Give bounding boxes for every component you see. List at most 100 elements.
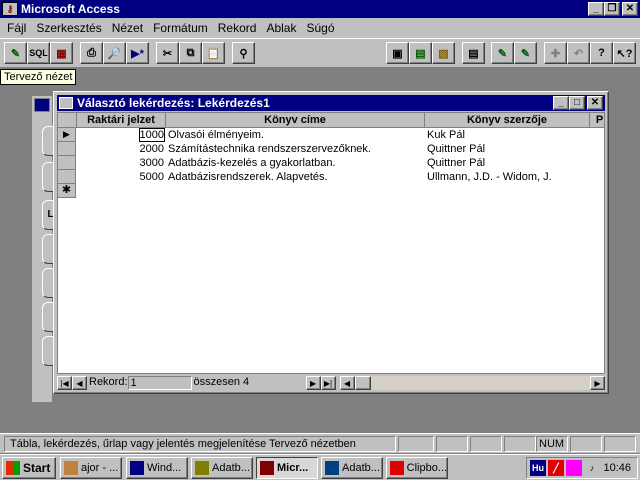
properties-icon[interactable]: ▤ — [409, 42, 432, 64]
menu-edit[interactable]: Szerkesztés — [31, 21, 106, 35]
start-button[interactable]: Start — [2, 457, 56, 479]
menu-records[interactable]: Rekord — [213, 21, 262, 35]
table-cell[interactable]: Kuk Pál — [425, 128, 590, 142]
menu-format[interactable]: Formátum — [148, 21, 213, 35]
scroll-thumb[interactable] — [354, 376, 371, 390]
table-cell[interactable]: Quittner Pál — [425, 156, 590, 170]
close-button[interactable]: ✕ — [622, 2, 638, 16]
taskbar-item-label: Wind... — [147, 462, 182, 474]
menu-view[interactable]: Nézet — [107, 21, 148, 35]
query-close-button[interactable]: ✕ — [587, 96, 603, 110]
tray-app-icon[interactable]: ╱ — [548, 460, 564, 476]
query-maximize-button[interactable]: □ — [569, 96, 585, 110]
status-bar: Tábla, lekérdezés, űrlap vagy jelentés m… — [0, 433, 640, 453]
status-panel — [398, 436, 434, 452]
taskbar-item-label: ajor - ... — [81, 462, 119, 474]
new-record-row-icon[interactable]: ✱ — [58, 184, 76, 198]
volume-icon[interactable]: ♪ — [584, 460, 600, 476]
last-record-icon[interactable]: ▶| — [320, 376, 336, 390]
app-title: Microsoft Access — [21, 2, 120, 16]
find-icon[interactable]: ⚲ — [232, 42, 255, 64]
tray-color-icon[interactable] — [566, 460, 582, 476]
row-selector[interactable] — [58, 142, 76, 156]
new-object-icon[interactable]: ▣ — [386, 42, 409, 64]
scroll-right-icon[interactable]: ▶ — [590, 376, 605, 390]
query-minimize-button[interactable]: _ — [553, 96, 569, 110]
column-header[interactable]: Könyv címe — [166, 113, 425, 128]
help-icon[interactable]: ? — [590, 42, 613, 64]
column-header[interactable]: P — [590, 113, 604, 128]
record-number-field[interactable]: 1 — [127, 376, 192, 390]
taskbar-item-label: Clipbo... — [406, 462, 447, 474]
table-cell[interactable]: Quittner Pál — [425, 142, 590, 156]
menu-window[interactable]: Ablak — [261, 21, 301, 35]
access-key-icon: ⚷ — [2, 2, 18, 16]
table-cell[interactable]: Adatbázis-kezelés a gyakorlatban. — [166, 156, 425, 170]
taskbar-item[interactable]: Adatb... — [191, 457, 253, 479]
previous-record-icon[interactable]: ◀ — [72, 376, 87, 390]
num-lock-indicator: NUM — [536, 436, 568, 452]
table-cell[interactable]: 1000 — [77, 128, 166, 142]
system-tray: Hu ╱ ♪ 10:46 — [526, 457, 638, 479]
menu-file[interactable]: Fájl — [2, 21, 31, 35]
database-icon — [325, 461, 339, 475]
menu-help[interactable]: Súgó — [301, 21, 339, 35]
row-selector[interactable] — [58, 156, 76, 170]
paste-icon[interactable]: 📋 — [202, 42, 225, 64]
query-icon — [59, 97, 73, 109]
first-record-icon[interactable]: |◀ — [57, 376, 72, 390]
database-window-icon[interactable]: ▧ — [432, 42, 455, 64]
current-record-icon[interactable]: ▶ — [58, 128, 76, 142]
datasheet-view-icon[interactable]: ▦ — [50, 42, 73, 64]
clipboard-icon — [390, 461, 404, 475]
cell-value: 1000 — [138, 128, 166, 142]
row-selector[interactable] — [58, 170, 76, 184]
taskbar-item[interactable]: Wind... — [126, 457, 188, 479]
cut-icon[interactable]: ✂ — [156, 42, 179, 64]
filter-by-form-icon[interactable]: ✎ — [514, 42, 537, 64]
taskbar-item-active[interactable]: Micr... — [256, 457, 318, 479]
table-cell[interactable]: 2000 — [77, 142, 166, 156]
relationships-icon[interactable]: ✚ — [544, 42, 567, 64]
context-help-icon[interactable]: ↖? — [613, 42, 636, 64]
taskbar-item-label: Adatb... — [212, 462, 250, 474]
new-record-icon[interactable]: ▶* — [126, 42, 149, 64]
column-header[interactable]: Könyv szerzője — [425, 113, 590, 128]
column-header[interactable]: Raktári jelzet — [77, 113, 166, 128]
status-panel — [570, 436, 602, 452]
table-cell[interactable]: Számítástechnika rendszerszervezőknek. — [166, 142, 425, 156]
taskbar-item[interactable]: Adatb... — [321, 457, 383, 479]
table-cell[interactable]: 5000 — [77, 170, 166, 184]
clock[interactable]: 10:46 — [603, 462, 637, 474]
minimize-button[interactable]: _ — [588, 2, 604, 16]
next-record-icon[interactable]: ▶ — [305, 376, 321, 390]
restore-button[interactable]: ❐ — [604, 2, 620, 16]
new-query-icon[interactable]: ✎ — [491, 42, 514, 64]
scroll-left-icon[interactable]: ◀ — [339, 376, 355, 390]
taskbar: Start ajor - ... Wind... Adatb... Micr..… — [0, 454, 640, 480]
table-cell[interactable]: Ullmann, J.D. - Widom, J. — [425, 170, 590, 184]
toolbar: ✎ SQL ▦ ⎙ 🔎 ▶* ✂ ⧉ 📋 ⚲ ▣ ▤ ▧ ▤ ✎ ✎ ✚ ↶ ?… — [0, 38, 640, 68]
sql-view-button[interactable]: SQL — [27, 42, 50, 64]
explorer-icon — [130, 461, 144, 475]
taskbar-item[interactable]: Clipbo... — [386, 457, 448, 479]
horizontal-scrollbar[interactable]: ◀ ▶ — [339, 376, 605, 390]
background-window: L — [32, 96, 58, 402]
app-title-bar: ⚷ Microsoft Access _ ❐ ✕ — [0, 0, 640, 18]
taskbar-item-label: Micr... — [277, 462, 309, 474]
database-icon — [195, 461, 209, 475]
copy-icon[interactable]: ⧉ — [179, 42, 202, 64]
query-title-bar: Választó lekérdezés: Lekérdezés1 _ □ ✕ — [57, 95, 605, 111]
taskbar-item[interactable]: ajor - ... — [60, 457, 122, 479]
language-indicator[interactable]: Hu — [530, 460, 546, 476]
undo-icon[interactable]: ↶ — [567, 42, 590, 64]
print-icon[interactable]: ⎙ — [80, 42, 103, 64]
query-title: Választó lekérdezés: Lekérdezés1 — [77, 96, 270, 110]
design-view-icon[interactable]: ✎ — [4, 42, 27, 64]
table-cell[interactable]: Olvasói élményeim. — [166, 128, 425, 142]
build-icon[interactable]: ▤ — [462, 42, 485, 64]
table-cell[interactable]: Adatbázisrendszerek. Alapvetés. — [166, 170, 425, 184]
print-preview-icon[interactable]: 🔎 — [103, 42, 126, 64]
select-all-corner[interactable] — [58, 113, 77, 128]
table-cell[interactable]: 3000 — [77, 156, 166, 170]
